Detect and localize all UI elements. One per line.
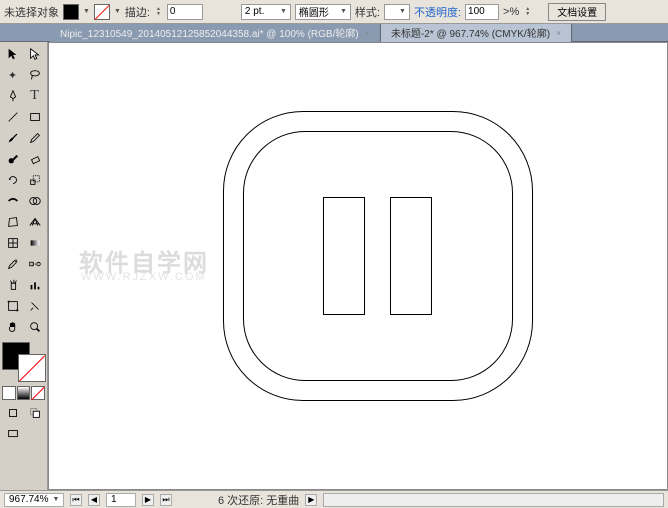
stroke-swatch[interactable] (18, 354, 46, 382)
tools-panel: ✦ T (0, 42, 48, 490)
selection-tool[interactable] (2, 44, 23, 64)
percent-label: >% (503, 6, 519, 18)
stroke-weight-combo[interactable]: 2 pt.▼ (241, 4, 291, 20)
blob-brush-tool[interactable] (2, 149, 23, 169)
watermark-url: WWW.RJZXW.COM (81, 271, 207, 283)
shape-builder-tool[interactable] (24, 191, 45, 211)
hand-tool[interactable] (2, 317, 23, 337)
scale-tool[interactable] (24, 170, 45, 190)
last-page-btn[interactable]: ⏭ (160, 494, 172, 506)
stroke-color-swatch[interactable] (94, 4, 110, 20)
lasso-tool[interactable] (24, 65, 45, 85)
main-area: ✦ T (0, 42, 668, 490)
mesh-tool[interactable] (2, 233, 23, 253)
blend-tool[interactable] (24, 254, 45, 274)
undo-status: 6 次还原: 无重曲 (218, 492, 299, 508)
type-tool[interactable]: T (24, 86, 45, 106)
document-tab[interactable]: Nipic_12310549_20140512125852044358.ai* … (50, 24, 381, 42)
gradient-mode-btn[interactable] (17, 386, 31, 400)
pen-tool[interactable] (2, 86, 23, 106)
zoom-tool[interactable] (24, 317, 45, 337)
line-tool[interactable] (2, 107, 23, 127)
paintbrush-tool[interactable] (2, 128, 23, 148)
opacity-label: 不透明度: (414, 4, 461, 20)
color-mode-btn[interactable] (2, 386, 16, 400)
zoom-level-input[interactable]: 967.74%▼ (4, 493, 64, 507)
symbol-sprayer-tool[interactable] (2, 275, 23, 295)
direct-selection-tool[interactable] (24, 44, 45, 64)
screen-mode-btn[interactable] (2, 424, 24, 444)
slice-tool[interactable] (24, 296, 45, 316)
opacity-stepper[interactable]: ▲▼ (525, 7, 530, 17)
width-tool[interactable] (2, 191, 23, 211)
brush-combo[interactable]: 椭圆形▼ (295, 4, 351, 20)
status-menu-btn[interactable]: ▶ (305, 494, 317, 506)
watermark-text: 软件自学网 (79, 243, 209, 278)
dropdown-arrow-icon[interactable]: ▼ (114, 8, 121, 15)
eraser-tool[interactable] (24, 149, 45, 169)
perspective-grid-tool[interactable] (24, 212, 45, 232)
dropdown-arrow-icon[interactable]: ▼ (83, 8, 90, 15)
status-bar: 967.74%▼ ⏮ ◀ 1 ▶ ⏭ 6 次还原: 无重曲 ▶ (0, 490, 668, 508)
style-combo[interactable]: ▼ (384, 4, 410, 20)
slot-rect-right (390, 197, 432, 315)
stroke-label: 描边: (125, 4, 150, 20)
doc-setup-button[interactable]: 文档设置 (548, 3, 606, 21)
stroke-value-input[interactable]: 0 (167, 4, 203, 20)
first-page-btn[interactable]: ⏮ (70, 494, 82, 506)
close-icon[interactable]: × (556, 28, 561, 38)
free-transform-tool[interactable] (2, 212, 23, 232)
artboard-tool[interactable] (2, 296, 23, 316)
stroke-stepper[interactable]: ▲▼ (156, 7, 161, 17)
pencil-tool[interactable] (24, 128, 45, 148)
prev-page-btn[interactable]: ◀ (88, 494, 100, 506)
next-page-btn[interactable]: ▶ (142, 494, 154, 506)
rectangle-tool[interactable] (24, 107, 45, 127)
fill-stroke-control[interactable] (2, 342, 46, 382)
canvas-viewport[interactable]: 软件自学网 WWW.RJZXW.COM (48, 42, 668, 490)
style-label: 样式: (355, 4, 380, 20)
draw-behind-icon[interactable] (24, 403, 45, 423)
document-tab[interactable]: 未标题-2* @ 967.74% (CMYK/轮廓)× (381, 24, 572, 42)
canvas[interactable]: 软件自学网 WWW.RJZXW.COM (49, 43, 667, 489)
none-mode-btn[interactable] (31, 386, 45, 400)
slot-rect-left (323, 197, 365, 315)
document-tabs-bar: Nipic_12310549_20140512125852044358.ai* … (0, 24, 668, 42)
fill-color-swatch[interactable] (63, 4, 79, 20)
horizontal-scrollbar[interactable] (323, 493, 664, 507)
inner-rounded-rect (243, 131, 513, 381)
draw-normal-icon[interactable] (2, 403, 23, 423)
opacity-input[interactable]: 100 (465, 4, 499, 20)
options-toolbar: 未选择对象 ▼ ▼ 描边: ▲▼ 0 2 pt.▼ 椭圆形▼ 样式: ▼ 不透明… (0, 0, 668, 24)
magic-wand-tool[interactable]: ✦ (2, 65, 23, 85)
gradient-tool[interactable] (24, 233, 45, 253)
rotate-tool[interactable] (2, 170, 23, 190)
column-graph-tool[interactable] (24, 275, 45, 295)
close-icon[interactable]: × (365, 28, 370, 38)
eyedropper-tool[interactable] (2, 254, 23, 274)
selection-status: 未选择对象 (4, 4, 59, 20)
page-number-input[interactable]: 1 (106, 493, 136, 507)
